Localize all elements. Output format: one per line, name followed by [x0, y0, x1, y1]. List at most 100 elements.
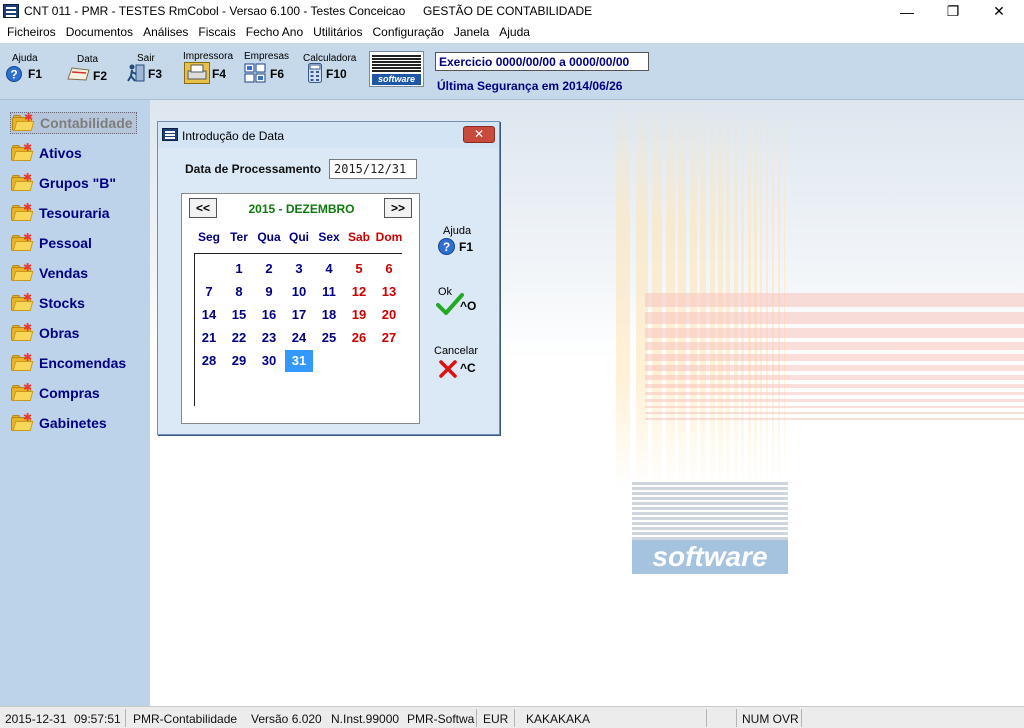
- cancel-x-icon: [439, 360, 457, 378]
- calendar-day[interactable]: 10: [285, 281, 313, 303]
- calendar-day[interactable]: 4: [315, 258, 343, 280]
- window-title: CNT 011 - PMR - TESTES RmCobol - Versao …: [24, 4, 406, 18]
- next-month-button[interactable]: >>: [384, 198, 412, 218]
- sidebar-item-compras[interactable]: ✱ Compras: [10, 382, 100, 404]
- menu-ajuda[interactable]: Ajuda: [494, 23, 535, 43]
- toolbar-help-label: Ajuda: [12, 53, 38, 64]
- sidebar-item-tesouraria[interactable]: ✱ Tesouraria: [10, 202, 110, 224]
- calendar-day[interactable]: 5: [345, 258, 373, 280]
- menu-documentos[interactable]: Documentos: [61, 23, 138, 43]
- toolbar-printer-button[interactable]: Impressora F4: [182, 49, 233, 93]
- sidebar-item-grupos-b[interactable]: ✱ Grupos "B": [10, 172, 116, 194]
- close-button[interactable]: ✕: [976, 0, 1022, 23]
- calendar-day[interactable]: 11: [315, 281, 343, 303]
- menu-fecho-ano[interactable]: Fecho Ano: [241, 23, 308, 43]
- menu-ficheiros[interactable]: Ficheiros: [2, 23, 61, 43]
- companies-icon: [244, 63, 266, 83]
- calendar-day[interactable]: 17: [285, 304, 313, 326]
- calendar-day[interactable]: 25: [315, 327, 343, 349]
- dialog-title: Introdução de Data: [182, 129, 285, 143]
- menu-utilitarios[interactable]: Utilitários: [308, 23, 367, 43]
- calendar-day[interactable]: 12: [345, 281, 373, 303]
- cancel-button[interactable]: Cancelar ^C: [434, 345, 494, 385]
- sidebar-item-contabilidade[interactable]: ✱ Contabilidade: [10, 112, 137, 134]
- calendar-day[interactable]: 1: [225, 258, 253, 280]
- menu-fiscais[interactable]: Fiscais: [193, 23, 240, 43]
- sidebar-item-label: Grupos "B": [39, 175, 117, 191]
- processing-date-label: Data de Processamento: [185, 162, 322, 176]
- folder-icon: ✱: [10, 142, 34, 163]
- calendar-day[interactable]: 7: [195, 281, 223, 303]
- sidebar-item-encomendas[interactable]: ✱ Encomendas: [10, 352, 126, 374]
- calendar-day[interactable]: 27: [375, 327, 403, 349]
- sidebar-item-ativos[interactable]: ✱ Ativos: [10, 142, 82, 164]
- calendar-day[interactable]: 28: [195, 350, 223, 372]
- calendar-day-selected[interactable]: 31: [285, 350, 313, 372]
- sidebar-item-label: Obras: [39, 325, 80, 341]
- status-currency: EUR: [483, 712, 509, 726]
- calendar-day[interactable]: 21: [195, 327, 223, 349]
- minimize-button[interactable]: —: [884, 0, 930, 23]
- folder-icon: ✱: [10, 262, 34, 283]
- calendar-day[interactable]: 22: [225, 327, 253, 349]
- calendar-day[interactable]: 23: [255, 327, 283, 349]
- calendar-day[interactable]: 3: [285, 258, 313, 280]
- menu-configuracao[interactable]: Configuração: [367, 23, 448, 43]
- toolbar-exit-button[interactable]: Sair F3: [124, 49, 168, 93]
- calendar-day[interactable]: 24: [285, 327, 313, 349]
- weekday-header: Ter: [230, 230, 248, 244]
- sidebar-item-stocks[interactable]: ✱ Stocks: [10, 292, 85, 314]
- help-icon: ?: [438, 238, 455, 255]
- calendar-day[interactable]: 6: [375, 258, 403, 280]
- dialog-close-button[interactable]: ✕: [463, 126, 495, 143]
- title-bar: CNT 011 - PMR - TESTES RmCobol - Versao …: [0, 0, 1024, 23]
- calendar-day[interactable]: 19: [345, 304, 373, 326]
- menu-analises[interactable]: Análises: [138, 23, 193, 43]
- toolbar-date-button[interactable]: Data F2: [64, 49, 112, 93]
- background-pmr-logo: software: [632, 482, 788, 574]
- calculator-icon: [308, 63, 322, 83]
- calendar-day[interactable]: 29: [225, 350, 253, 372]
- folder-icon: ✱: [10, 382, 34, 403]
- ok-button[interactable]: Ok ^O: [436, 286, 492, 326]
- status-date: 2015-12-31: [5, 712, 67, 726]
- weekday-header: Qua: [257, 230, 281, 244]
- calendar-day[interactable]: 13: [375, 281, 403, 303]
- app-logo-icon: [3, 4, 19, 18]
- dialog-title-bar[interactable]: Introdução de Data ✕: [158, 122, 499, 148]
- calendar-day[interactable]: 20: [375, 304, 403, 326]
- help-icon: ?: [6, 66, 22, 82]
- ok-key: ^O: [460, 299, 477, 313]
- dialog-help-button[interactable]: Ajuda ? F1: [436, 225, 492, 265]
- dialog-help-label: Ajuda: [443, 225, 472, 237]
- sidebar-item-label: Ativos: [39, 145, 82, 161]
- sidebar-item-label: Contabilidade: [40, 115, 133, 131]
- processing-date-input[interactable]: 2015/12/31: [329, 159, 417, 179]
- sidebar-item-obras[interactable]: ✱ Obras: [10, 322, 79, 344]
- calendar-day[interactable]: 15: [225, 304, 253, 326]
- calendar-day[interactable]: 16: [255, 304, 283, 326]
- dialog-help-key: F1: [459, 240, 474, 254]
- calendar-day[interactable]: 8: [225, 281, 253, 303]
- calendar-day[interactable]: 18: [315, 304, 343, 326]
- menu-janela[interactable]: Janela: [449, 23, 494, 43]
- toolbar-help-key: F1: [28, 67, 43, 81]
- toolbar-calculator-button[interactable]: Calculadora F10: [302, 49, 360, 93]
- weekday-header: Dom: [375, 230, 403, 244]
- sidebar-item-gabinetes[interactable]: ✱ Gabinetes: [10, 412, 107, 434]
- sidebar-item-label: Vendas: [39, 265, 89, 281]
- toolbar-date-key: F2: [93, 69, 108, 83]
- calendar-day[interactable]: 2: [255, 258, 283, 280]
- calendar-day[interactable]: 14: [195, 304, 223, 326]
- folder-icon: ✱: [10, 412, 34, 433]
- toolbar-help-button[interactable]: Ajuda ? F1: [4, 49, 46, 93]
- sidebar-item-vendas[interactable]: ✱ Vendas: [10, 262, 88, 284]
- maximize-button[interactable]: ❐: [930, 0, 976, 23]
- weekday-header: Sex: [318, 230, 340, 244]
- calendar-day[interactable]: 30: [255, 350, 283, 372]
- sidebar-item-pessoal[interactable]: ✱ Pessoal: [10, 232, 92, 254]
- toolbar-companies-button[interactable]: Empresas F6: [243, 49, 291, 93]
- calendar-day[interactable]: 9: [255, 281, 283, 303]
- toolbar-companies-label: Empresas: [244, 51, 290, 62]
- calendar-day[interactable]: 26: [345, 327, 373, 349]
